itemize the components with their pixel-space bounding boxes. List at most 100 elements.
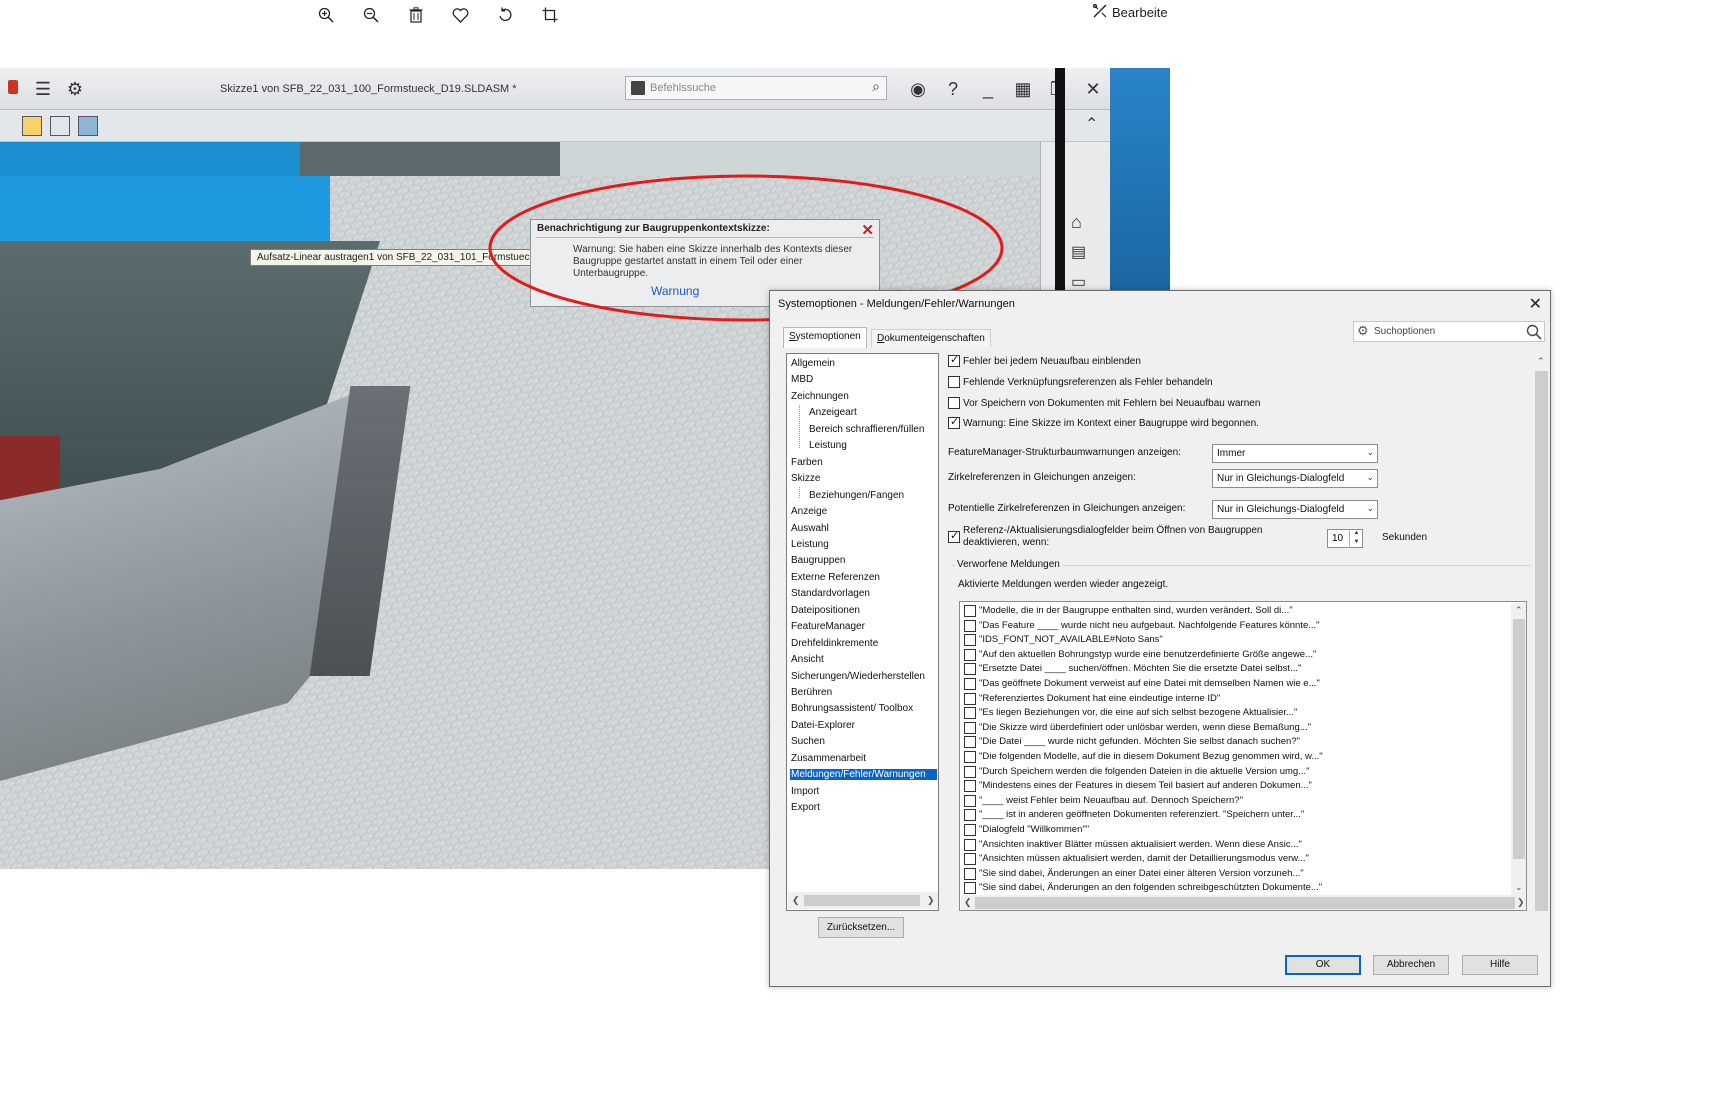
message-checkbox[interactable] [964, 794, 976, 807]
help-button[interactable]: Hilfe [1462, 955, 1538, 975]
tree-item[interactable]: Beziehungen/Fangen [809, 490, 904, 501]
tree-item[interactable]: Datei-Explorer [791, 720, 855, 731]
drawing-icon[interactable] [50, 116, 70, 136]
search-icon[interactable] [1526, 321, 1542, 343]
message-checkbox[interactable] [964, 648, 976, 661]
tree-item[interactable]: Bohrungsassistent/ Toolbox [791, 703, 913, 714]
dropdown-select[interactable]: Nur in Gleichungs-Dialogfeld ⌄ [1212, 469, 1378, 488]
options-scroll-thumb[interactable] [1535, 371, 1548, 911]
help-icon[interactable]: ? [940, 76, 966, 102]
tree-item[interactable]: Allgemein [791, 358, 835, 369]
home-icon[interactable]: ⌂ [1071, 212, 1082, 233]
tree-item[interactable]: MBD [791, 374, 813, 385]
message-checkbox[interactable] [964, 765, 976, 778]
minimize-icon[interactable]: _ [975, 76, 1001, 102]
tree-item[interactable]: Anzeige [791, 506, 827, 517]
message-checkbox[interactable] [964, 751, 976, 763]
message-checkbox[interactable] [964, 692, 976, 705]
reference-dialog-checkbox[interactable] [948, 529, 960, 543]
tree-item[interactable]: Drehfeldinkremente [791, 638, 878, 649]
collapse-icon[interactable]: ⌃ [1085, 114, 1098, 134]
tree-item[interactable]: Berühren [791, 687, 832, 698]
tree-item[interactable]: Anzeigeart [809, 407, 857, 418]
close-icon[interactable]: ✕ [1529, 294, 1542, 314]
library-icon[interactable]: ▤ [1071, 242, 1086, 262]
trash-icon[interactable] [402, 2, 430, 28]
tree-item[interactable]: Import [791, 786, 819, 797]
message-checkbox[interactable] [964, 824, 976, 836]
gear-icon[interactable]: ⚙ [62, 76, 88, 102]
list-icon[interactable]: ☰ [30, 76, 56, 102]
messages-hscroll-thumb[interactable] [975, 897, 1515, 909]
tree-item[interactable]: Zusammenarbeit [791, 753, 866, 764]
assembly-icon[interactable] [78, 116, 98, 136]
zoom-out-icon[interactable] [357, 2, 385, 28]
option-checkbox[interactable] [948, 397, 960, 409]
tree-item[interactable]: Externe Referenzen [791, 572, 880, 583]
tree-item[interactable]: Baugruppen [791, 555, 846, 566]
scroll-down-icon[interactable]: ⌄ [1515, 882, 1523, 893]
tree-item[interactable]: Standardvorlagen [791, 588, 870, 599]
reset-button[interactable]: Zurücksetzen... [818, 917, 904, 938]
tree-scroll-thumb[interactable] [804, 895, 920, 906]
search-options-input[interactable]: ⚙ Suchoptionen [1353, 321, 1545, 342]
scroll-up-icon[interactable]: ⌃ [1515, 605, 1523, 616]
message-checkbox[interactable] [964, 707, 976, 720]
message-checkbox[interactable] [964, 619, 976, 632]
cancel-button[interactable]: Abbrechen [1373, 955, 1449, 975]
tree-item[interactable]: Skizze [791, 473, 820, 484]
options-vertical-scrollbar[interactable]: ⌃ [1533, 353, 1550, 913]
tree-item[interactable]: Suchen [791, 736, 825, 747]
message-checkbox[interactable] [964, 663, 976, 676]
tree-item[interactable]: Leistung [809, 440, 847, 451]
dropdown-select[interactable]: Nur in Gleichungs-Dialogfeld ⌄ [1212, 500, 1378, 519]
message-checkbox[interactable] [964, 634, 976, 647]
message-checkbox[interactable] [964, 853, 976, 866]
ok-button[interactable]: OK [1285, 955, 1361, 975]
option-checkbox[interactable] [948, 353, 960, 367]
rotate-icon[interactable] [491, 2, 519, 28]
folder-icon[interactable]: ▭ [1071, 272, 1086, 292]
tree-item[interactable]: Zeichnungen [791, 391, 849, 402]
crop-icon[interactable] [536, 2, 564, 28]
option-checkbox[interactable] [948, 376, 960, 388]
scroll-left-icon[interactable]: ❮ [792, 895, 800, 906]
tree-item[interactable]: Bereich schraffieren/füllen [809, 424, 924, 435]
messages-scroll-thumb[interactable] [1513, 619, 1525, 859]
dismissed-messages-list[interactable]: "Sie sind dabei, Änderungen an den folge… [959, 601, 1527, 911]
heart-icon[interactable] [446, 2, 474, 28]
sketch-icon[interactable] [22, 116, 42, 136]
scroll-right-icon[interactable]: ❯ [1517, 897, 1525, 908]
message-checkbox[interactable] [964, 867, 976, 880]
tree-item[interactable]: Dateipositionen [791, 605, 860, 616]
message-checkbox[interactable] [964, 809, 976, 822]
scroll-right-icon[interactable]: ❯ [927, 895, 935, 906]
tile-icon[interactable]: ▦ [1010, 76, 1036, 102]
message-checkbox[interactable] [964, 721, 976, 734]
tree-item[interactable]: Farben [791, 457, 823, 468]
dropdown-select[interactable]: Immer ⌄ [1212, 444, 1378, 463]
scroll-up-icon[interactable]: ⌃ [1537, 356, 1545, 367]
message-checkbox[interactable] [964, 780, 976, 793]
tree-horizontal-scrollbar[interactable]: ❮ ❯ [788, 892, 938, 909]
message-checkbox[interactable] [964, 678, 976, 690]
user-icon[interactable]: ◉ [905, 76, 931, 102]
tab-document-properties[interactable]: Dokumenteigenschaften [871, 329, 991, 347]
tree-item[interactable]: FeatureManager [791, 621, 865, 632]
tree-item[interactable]: Meldungen/Fehler/Warnungen [790, 769, 937, 781]
tree-item[interactable]: Leistung [791, 539, 829, 550]
edit-button[interactable]: Bearbeite [1092, 3, 1168, 22]
tree-item[interactable]: Ansicht [791, 654, 824, 665]
tree-item[interactable]: Auswahl [791, 523, 829, 534]
scroll-left-icon[interactable]: ❮ [964, 897, 972, 908]
option-checkbox[interactable] [948, 415, 960, 429]
zoom-in-icon[interactable] [312, 2, 340, 28]
message-checkbox[interactable] [964, 605, 976, 617]
spinner-arrows-icon[interactable]: ▲ ▼ [1349, 529, 1363, 548]
messages-vertical-scrollbar[interactable]: ⌃ ⌄ [1511, 603, 1526, 895]
tree-item[interactable]: Export [791, 802, 820, 813]
tree-item[interactable]: Sicherungen/Wiederherstellen [791, 671, 925, 682]
message-checkbox[interactable] [964, 736, 976, 749]
message-checkbox[interactable] [964, 838, 976, 851]
close-icon[interactable]: ✕ [1080, 76, 1106, 102]
